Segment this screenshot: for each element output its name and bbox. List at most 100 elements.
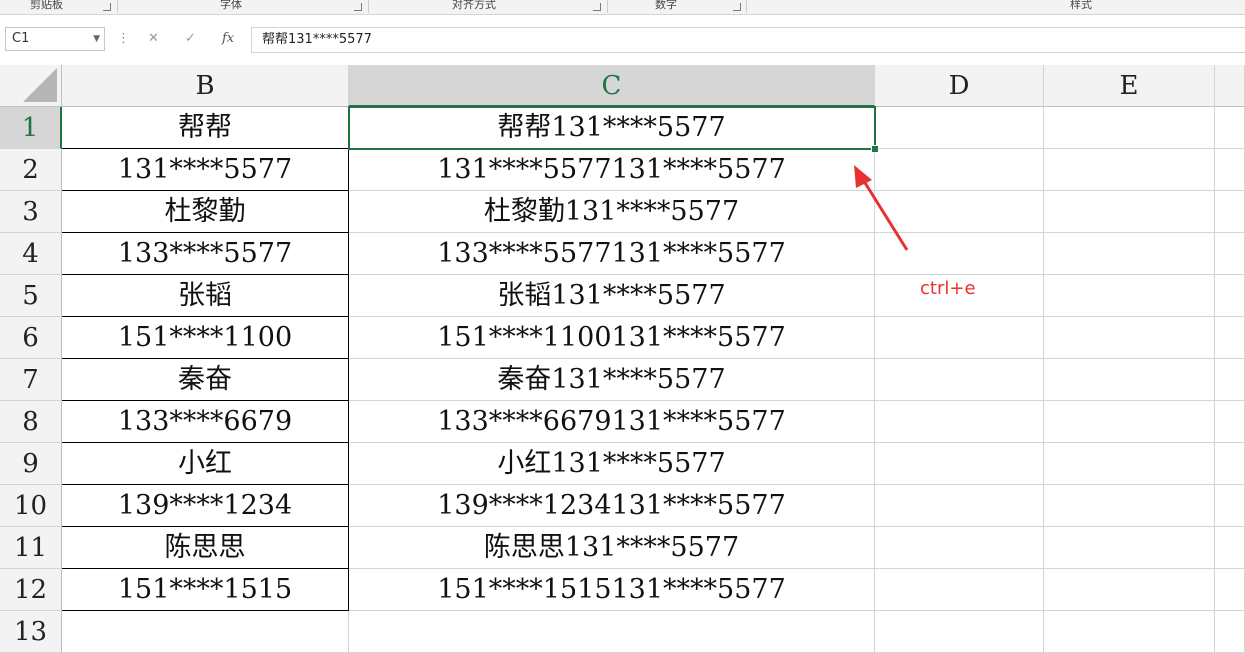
cell-b[interactable]: 陈思思 [62, 527, 349, 569]
cell-f[interactable] [1215, 401, 1245, 443]
cell-b[interactable]: 小红 [62, 443, 349, 485]
annotation-text: ctrl+e [920, 278, 976, 299]
cell-d[interactable] [875, 611, 1044, 653]
cell-b[interactable]: 秦奋 [62, 359, 349, 401]
formula-input[interactable]: 帮帮131****5577 [251, 27, 1245, 53]
row-header[interactable]: 11 [0, 527, 62, 569]
cell-f[interactable] [1215, 443, 1245, 485]
cell-f[interactable] [1215, 359, 1245, 401]
cell-f[interactable] [1215, 611, 1245, 653]
column-header-f[interactable] [1215, 65, 1245, 107]
alignment-launcher-icon[interactable] [593, 3, 601, 11]
more-options-icon[interactable]: ⋮ [117, 30, 130, 48]
insert-function-icon[interactable]: fx [222, 30, 234, 48]
cell-b[interactable]: 151****1515 [62, 569, 349, 611]
cell-c[interactable]: 133****6679131****5577 [349, 401, 875, 443]
cell-b[interactable]: 帮帮 [62, 107, 349, 149]
cell-b[interactable]: 151****1100 [62, 317, 349, 359]
cell-f[interactable] [1215, 527, 1245, 569]
cell-e[interactable] [1044, 611, 1215, 653]
row-header[interactable]: 7 [0, 359, 62, 401]
row-header[interactable]: 3 [0, 191, 62, 233]
cell-e[interactable] [1044, 569, 1215, 611]
column-header-b[interactable]: B [62, 65, 349, 107]
row-header[interactable]: 5 [0, 275, 62, 317]
ribbon-divider [368, 0, 369, 13]
row-header[interactable]: 6 [0, 317, 62, 359]
cancel-icon[interactable]: ✕ [148, 30, 159, 48]
enter-icon[interactable]: ✓ [185, 30, 196, 48]
cell-d[interactable] [875, 317, 1044, 359]
cell-e[interactable] [1044, 191, 1215, 233]
ribbon-group-clipboard: 剪贴板 [30, 0, 63, 11]
cell-f[interactable] [1215, 191, 1245, 233]
cell-b[interactable]: 张韬 [62, 275, 349, 317]
cell-e[interactable] [1044, 149, 1215, 191]
row-header[interactable]: 12 [0, 569, 62, 611]
number-launcher-icon[interactable] [733, 3, 741, 11]
annotation-arrow [854, 165, 909, 251]
cell-f[interactable] [1215, 569, 1245, 611]
row-header[interactable]: 9 [0, 443, 62, 485]
fill-handle[interactable] [871, 145, 879, 153]
clipboard-launcher-icon[interactable] [103, 3, 111, 11]
cell-b[interactable]: 131****5577 [62, 149, 349, 191]
row-header[interactable]: 1 [0, 107, 62, 149]
row-header[interactable]: 4 [0, 233, 62, 275]
cell-e[interactable] [1044, 107, 1215, 149]
cell-f[interactable] [1215, 317, 1245, 359]
row-header[interactable]: 8 [0, 401, 62, 443]
row-header[interactable]: 13 [0, 611, 62, 653]
cell-d[interactable] [875, 527, 1044, 569]
row-header[interactable]: 10 [0, 485, 62, 527]
cell-f[interactable] [1215, 275, 1245, 317]
cell-c[interactable]: 151****1515131****5577 [349, 569, 875, 611]
cell-e[interactable] [1044, 317, 1215, 359]
row-header[interactable]: 2 [0, 149, 62, 191]
cell-e[interactable] [1044, 443, 1215, 485]
cell-d[interactable] [875, 107, 1044, 149]
cell-e[interactable] [1044, 401, 1215, 443]
cell-d[interactable] [875, 569, 1044, 611]
column-header-d[interactable]: D [875, 65, 1044, 107]
cell-e[interactable] [1044, 527, 1215, 569]
cell-d[interactable] [875, 359, 1044, 401]
cell-c[interactable]: 133****5577131****5577 [349, 233, 875, 275]
cell-c[interactable]: 帮帮131****5577 [349, 107, 875, 149]
chevron-down-icon[interactable]: ▼ [93, 28, 100, 50]
cell-c[interactable]: 151****1100131****5577 [349, 317, 875, 359]
cell-c[interactable]: 139****1234131****5577 [349, 485, 875, 527]
cell-c[interactable]: 陈思思131****5577 [349, 527, 875, 569]
cell-f[interactable] [1215, 485, 1245, 527]
cell-f[interactable] [1215, 233, 1245, 275]
cell-e[interactable] [1044, 275, 1215, 317]
cell-c[interactable]: 杜黎勤131****5577 [349, 191, 875, 233]
cell-b[interactable]: 133****5577 [62, 233, 349, 275]
column-header-e[interactable]: E [1044, 65, 1215, 107]
cell-b[interactable]: 杜黎勤 [62, 191, 349, 233]
cell-e[interactable] [1044, 233, 1215, 275]
cell-f[interactable] [1215, 107, 1245, 149]
name-box[interactable]: C1 ▼ [5, 27, 105, 51]
cell-d[interactable] [875, 485, 1044, 527]
select-all-corner[interactable] [0, 65, 62, 107]
column-header-c[interactable]: C [349, 65, 875, 107]
cell-d[interactable] [875, 401, 1044, 443]
cell-e[interactable] [1044, 359, 1215, 401]
ribbon-group-font: 字体 [220, 0, 242, 11]
cell-c[interactable]: 131****5577131****5577 [349, 149, 875, 191]
cell-b[interactable]: 139****1234 [62, 485, 349, 527]
font-launcher-icon[interactable] [354, 3, 362, 11]
cell-e[interactable] [1044, 485, 1215, 527]
cell-d[interactable] [875, 443, 1044, 485]
cell-c[interactable]: 张韬131****5577 [349, 275, 875, 317]
cell-c[interactable]: 小红131****5577 [349, 443, 875, 485]
ribbon-group-number: 数字 [655, 0, 677, 11]
cell-b[interactable] [62, 611, 349, 653]
cell-c[interactable] [349, 611, 875, 653]
cell-f[interactable] [1215, 149, 1245, 191]
ribbon-divider [746, 0, 747, 13]
cell-b[interactable]: 133****6679 [62, 401, 349, 443]
cell-c[interactable]: 秦奋131****5577 [349, 359, 875, 401]
ribbon-group-styles: 样式 [1070, 0, 1092, 11]
